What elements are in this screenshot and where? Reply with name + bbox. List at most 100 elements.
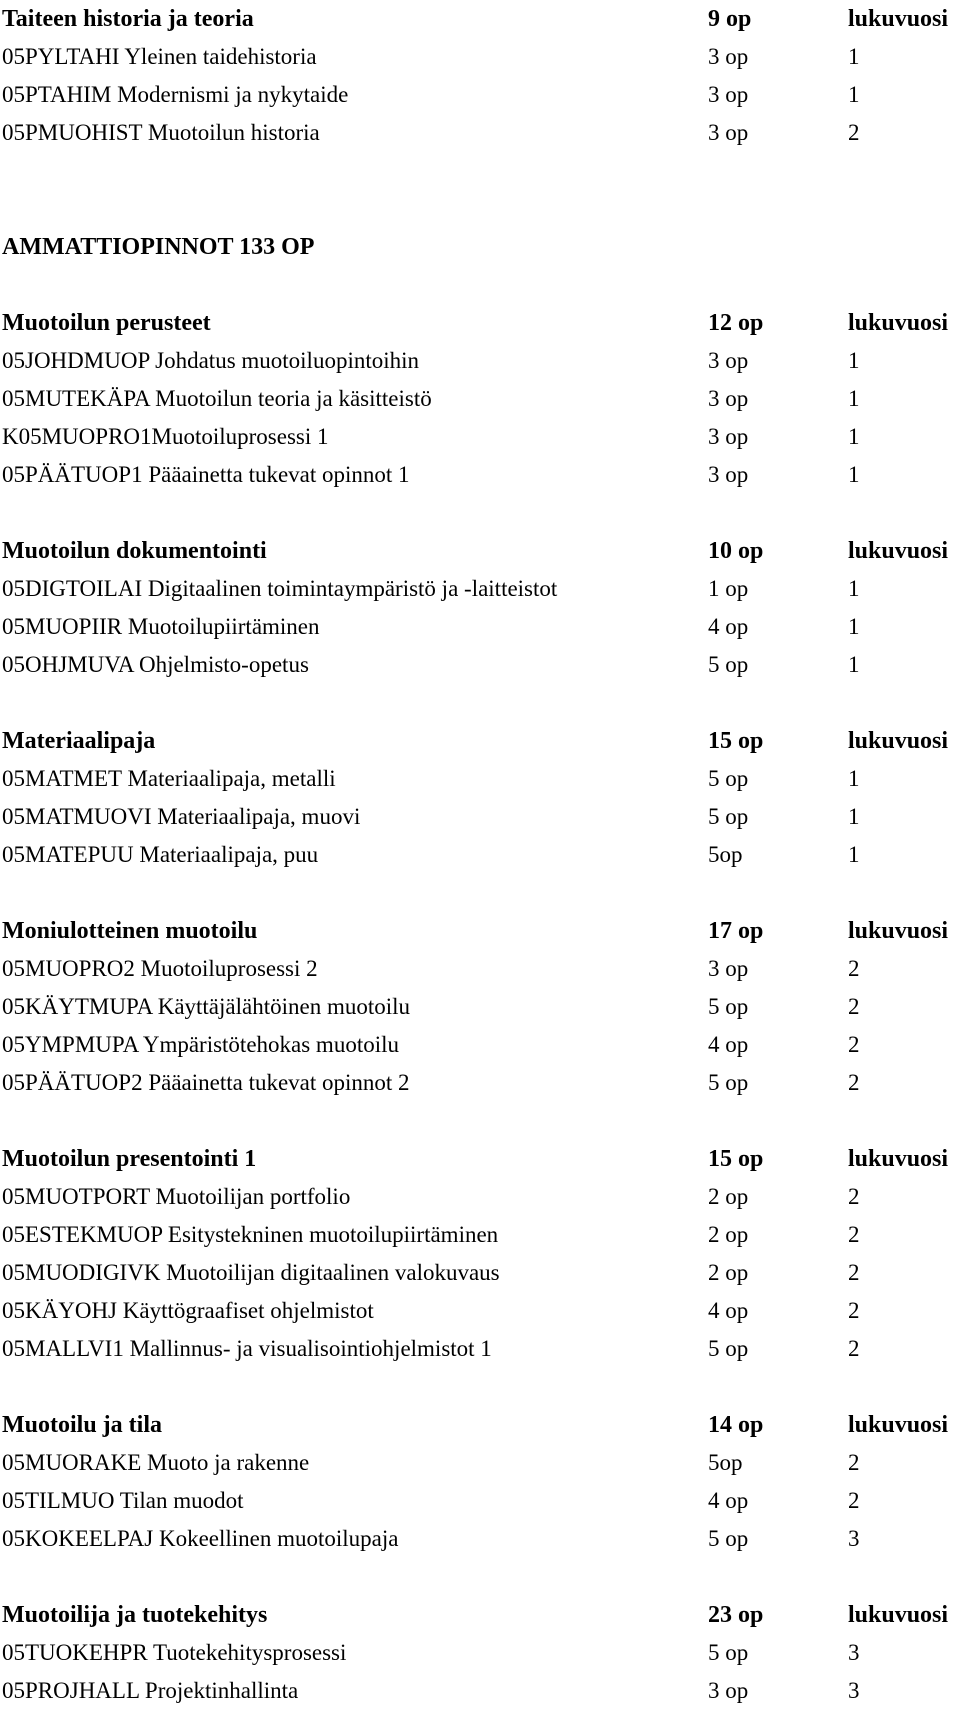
course-name: 05MUOTPORT Muotoilijan portfolio (2, 1184, 351, 1209)
course-row: 05OHJMUVA Ohjelmisto-opetus 5 op 1 (0, 646, 960, 684)
section-credits: 15 op (708, 728, 764, 754)
course-year: 2 (848, 994, 860, 1019)
course-credits: 3 op (708, 462, 749, 487)
course-credits: 5 op (708, 994, 749, 1019)
course-row: 05KÄYTMUPA Käyttäjälähtöinen muotoilu 5 o… (0, 988, 960, 1026)
course-row: 05KÄYOHJ Käyttögraafiset ohjelmistot 4 op… (0, 1292, 960, 1330)
section-heading-row: Muotoilun dokumentointi 10 op lukuvuosi (0, 532, 960, 570)
course-year: 2 (848, 1070, 860, 1095)
section-heading-row: Moniulotteinen muotoilu 17 op lukuvuosi (0, 912, 960, 950)
course-credits: 4 op (708, 614, 749, 639)
course-year: 1 (848, 766, 860, 791)
course-row: 05TILMUO Tilan muodot 4 op 2 (0, 1482, 960, 1520)
course-name: 05DIGTOILAI Digitaalinen toimintaympäris… (2, 576, 558, 601)
course-year: 1 (848, 82, 860, 107)
section-credits: 15 op (708, 1146, 764, 1172)
course-credits: 5op (708, 1450, 743, 1475)
course-year: 2 (848, 1336, 860, 1361)
course-name: K05MUOPRO1Muotoiluprosessi 1 (2, 424, 329, 449)
course-row: 05ESTEKMUOP Esitystekninen muotoilupiirt… (0, 1216, 960, 1254)
course-name: 05PÄÄTUOP1 Pääainetta tukevat opinnot 1 (2, 462, 410, 487)
course-credits: 4 op (708, 1488, 749, 1513)
course-credits: 3 op (708, 424, 749, 449)
course-credits: 5 op (708, 1336, 749, 1361)
course-name: 05PÄÄTUOP2 Pääainetta tukevat opinnot 2 (2, 1070, 410, 1095)
section-credits: 12 op (708, 310, 764, 336)
section-heading-row: Muotoilun presentointi 1 15 op lukuvuosi (0, 1140, 960, 1178)
course-year: 3 (848, 1526, 860, 1551)
course-row: 05MUOTPORT Muotoilijan portfolio 2 op 2 (0, 1178, 960, 1216)
course-name: 05TUOKEHPR Tuotekehitysprosessi (2, 1640, 347, 1665)
course-name: 05MUOPIIR Muotoilupiirtäminen (2, 614, 320, 639)
section-credits: 9 op (708, 6, 752, 32)
section-title: Muotoilun presentointi 1 (2, 1146, 257, 1172)
section-title: Muotoilun perusteet (2, 310, 211, 336)
course-credits: 5op (708, 842, 743, 867)
course-year: 2 (848, 120, 860, 145)
course-name: 05PMUOHIST Muotoilun historia (2, 120, 320, 145)
course-credits: 2 op (708, 1260, 749, 1285)
course-name: 05PYLTAHI Yleinen taidehistoria (2, 44, 317, 69)
course-year: 2 (848, 1184, 860, 1209)
course-name: 05KÄYOHJ Käyttögraafiset ohjelmistot (2, 1298, 374, 1323)
course-year: 2 (848, 1488, 860, 1513)
section-year-header: lukuvuosi (848, 310, 949, 336)
course-credits: 5 op (708, 766, 749, 791)
course-credits: 2 op (708, 1222, 749, 1247)
course-name: 05JOHDMUOP Johdatus muotoiluopintoihin (2, 348, 420, 373)
section-title: Muotoilun dokumentointi (2, 538, 267, 564)
course-year: 1 (848, 804, 860, 829)
course-year: 1 (848, 576, 860, 601)
section-title: Moniulotteinen muotoilu (2, 918, 258, 944)
curriculum-document: Taiteen historia ja teoria 9 op lukuvuosi 0… (0, 0, 960, 1703)
section-year-header: lukuvuosi (848, 1412, 949, 1438)
section-heading-row: Muotoilu ja tila 14 op lukuvuosi (0, 1406, 960, 1444)
course-name: 05MUTEKÄPA Muotoilun teoria ja käsitteis… (2, 386, 432, 411)
course-name: 05MATMET Materiaalipaja, metalli (2, 766, 336, 791)
course-name: 05MALLVI1 Mallinnus- ja visualisointiohj… (2, 1336, 492, 1361)
course-row: 05MUOPRO2 Muotoiluprosessi 2 3 op 2 (0, 950, 960, 988)
course-credits: 3 op (708, 44, 749, 69)
course-year: 2 (848, 1260, 860, 1285)
course-row: 05MUORAKE Muoto ja rakenne 5op 2 (0, 1444, 960, 1482)
course-row: 05MUTEKÄPA Muotoilun teoria ja käsitteis… (0, 380, 960, 418)
section-year-header: lukuvuosi (848, 918, 949, 944)
course-row: 05PÄÄTUOP2 Pääainetta tukevat opinnot 2 5… (0, 1064, 960, 1102)
course-name: 05YMPMUPA Ympäristötehokas muotoilu (2, 1032, 399, 1057)
course-row: 05TUOKEHPR Tuotekehitysprosessi 5 op 3 (0, 1634, 960, 1672)
course-row: 05PMUOHIST Muotoilun historia 3 op 2 (0, 114, 960, 152)
course-credits: 5 op (708, 1640, 749, 1665)
course-credits: 3 op (708, 386, 749, 411)
course-credits: 4 op (708, 1032, 749, 1057)
course-name: 05PROJHALL Projektinhallinta (2, 1678, 299, 1703)
course-name: 05MATMUOVI Materiaalipaja, muovi (2, 804, 361, 829)
course-credits: 3 op (708, 82, 749, 107)
course-credits: 4 op (708, 1298, 749, 1323)
course-row: 05MUODIGIVK Muotoilijan digitaalinen val… (0, 1254, 960, 1292)
section-heading-row: Muotoilija ja tuotekehitys 23 op lukuvuosi (0, 1596, 960, 1634)
course-year: 1 (848, 614, 860, 639)
course-row: 05MATEPUU Materiaalipaja, puu 5op 1 (0, 836, 960, 874)
course-credits: 5 op (708, 1526, 749, 1551)
course-credits: 3 op (708, 120, 749, 145)
course-credits: 1 op (708, 576, 749, 601)
section-title: Taiteen historia ja teoria (2, 6, 254, 32)
course-year: 2 (848, 1298, 860, 1323)
course-year: 2 (848, 1450, 860, 1475)
course-year: 2 (848, 1222, 860, 1247)
course-credits: 5 op (708, 1070, 749, 1095)
section-credits: 17 op (708, 918, 764, 944)
course-name: 05MUODIGIVK Muotoilijan digitaalinen val… (2, 1260, 500, 1285)
course-year: 2 (848, 956, 860, 981)
course-row: 05PÄÄTUOP1 Pääainetta tukevat opinnot 1 3… (0, 456, 960, 494)
course-name: 05ESTEKMUOP Esitystekninen muotoilupiirt… (2, 1222, 499, 1247)
section-year-header: lukuvuosi (848, 1146, 949, 1172)
